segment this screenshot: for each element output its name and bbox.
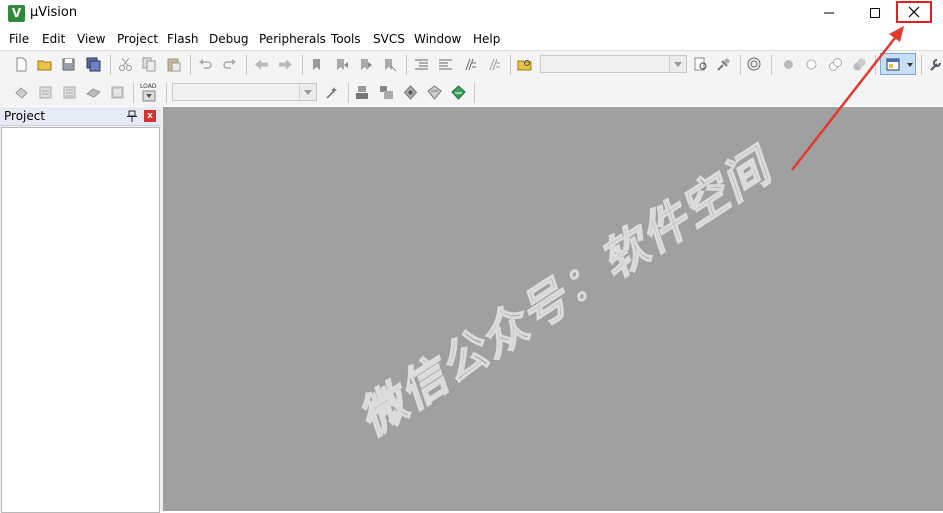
menu-window[interactable]: Window xyxy=(414,32,461,46)
new-file-icon[interactable] xyxy=(14,57,29,72)
target-options-icon[interactable] xyxy=(325,85,340,100)
editor-workspace[interactable]: 微信公众号：软件空间 xyxy=(163,107,943,511)
build-toolbar: LOAD xyxy=(0,79,943,106)
standard-toolbar xyxy=(0,51,943,80)
close-icon xyxy=(908,6,920,18)
toolbar-separator xyxy=(348,83,349,103)
menu-file[interactable]: File xyxy=(9,32,29,46)
project-panel-title: Project xyxy=(4,109,46,123)
project-panel-close-button[interactable]: x xyxy=(144,110,156,122)
menu-edit[interactable]: Edit xyxy=(42,32,65,46)
window-layout-icon xyxy=(886,58,900,71)
build-icon[interactable] xyxy=(38,85,53,100)
toolbar-separator xyxy=(190,55,191,75)
run-time-env-icon[interactable] xyxy=(451,85,466,100)
maximize-button[interactable] xyxy=(852,0,898,26)
save-all-icon[interactable] xyxy=(86,57,101,72)
find-combo[interactable] xyxy=(540,55,687,73)
menu-help[interactable]: Help xyxy=(473,32,500,46)
indent-icon[interactable] xyxy=(414,57,429,72)
bookmark-insert-icon[interactable] xyxy=(310,57,325,72)
menu-tools[interactable]: Tools xyxy=(331,32,361,46)
project-panel-header: Project x xyxy=(0,107,161,126)
toolbar-separator xyxy=(406,55,407,75)
menu-debug[interactable]: Debug xyxy=(209,32,248,46)
uncomment-icon[interactable] xyxy=(486,57,501,72)
nav-forward-icon[interactable] xyxy=(278,57,293,72)
target-combo[interactable] xyxy=(172,83,317,101)
find-in-files-icon[interactable] xyxy=(517,57,532,72)
incremental-find-icon[interactable] xyxy=(716,57,731,72)
toolbar-separator xyxy=(302,55,303,75)
menu-flash[interactable]: Flash xyxy=(167,32,198,46)
pin-icon[interactable] xyxy=(127,110,137,122)
pack-installer-icon[interactable] xyxy=(427,85,442,100)
download-icon xyxy=(142,90,156,102)
window-title: µVision xyxy=(30,5,78,20)
redo-icon[interactable] xyxy=(222,57,237,72)
breakpoint-disable-icon[interactable] xyxy=(828,57,843,72)
toolbar-separator xyxy=(875,55,876,75)
find-icon[interactable] xyxy=(693,57,708,72)
breakpoint-kill-icon[interactable] xyxy=(852,57,867,72)
comment-icon[interactable] xyxy=(462,57,477,72)
project-panel: Project x xyxy=(0,107,163,513)
maximize-icon xyxy=(870,8,880,18)
menu-bar: File Edit View Project Flash Debug Perip… xyxy=(0,28,943,51)
minimize-button[interactable] xyxy=(806,0,852,26)
menu-peripherals[interactable]: Peripherals xyxy=(259,32,326,46)
app-logo-icon: V xyxy=(8,5,25,22)
paste-icon[interactable] xyxy=(166,57,181,72)
chevron-down-icon[interactable] xyxy=(669,56,686,72)
toolbar-separator xyxy=(246,55,247,75)
toolbar-separator xyxy=(110,55,111,75)
menu-project[interactable]: Project xyxy=(117,32,158,46)
watermark-text: 微信公众号：软件空间 xyxy=(348,138,781,446)
bookmark-prev-icon[interactable] xyxy=(334,57,349,72)
save-icon[interactable] xyxy=(61,57,76,72)
cut-icon[interactable] xyxy=(118,57,133,72)
toolbar-separator xyxy=(740,55,741,75)
manage-project-icon[interactable] xyxy=(355,85,370,100)
breakpoint-insert-icon[interactable] xyxy=(781,57,796,72)
select-packs-icon[interactable] xyxy=(403,85,418,100)
toolbar-separator xyxy=(771,55,772,75)
window-layout-button[interactable] xyxy=(880,53,916,75)
manage-components-icon[interactable] xyxy=(379,85,394,100)
copy-icon[interactable] xyxy=(142,57,157,72)
close-button[interactable] xyxy=(896,1,932,23)
configure-icon[interactable] xyxy=(928,57,943,72)
bookmark-clear-icon[interactable] xyxy=(382,57,397,72)
undo-icon[interactable] xyxy=(198,57,213,72)
toolbar-separator xyxy=(921,55,922,75)
chevron-down-icon[interactable] xyxy=(299,84,316,100)
download-label: LOAD xyxy=(140,83,157,90)
open-folder-icon[interactable] xyxy=(37,57,52,72)
unindent-icon[interactable] xyxy=(438,57,453,72)
minimize-icon xyxy=(824,12,834,14)
debug-session-icon[interactable] xyxy=(747,57,762,72)
toolbar-separator xyxy=(510,55,511,75)
menu-svcs[interactable]: SVCS xyxy=(373,32,405,46)
toolbar-separator xyxy=(474,83,475,103)
project-tree[interactable] xyxy=(1,127,160,513)
bookmark-next-icon[interactable] xyxy=(358,57,373,72)
rebuild-icon[interactable] xyxy=(62,85,77,100)
breakpoint-enable-icon[interactable] xyxy=(804,57,819,72)
batch-build-icon[interactable] xyxy=(86,85,101,100)
nav-back-icon[interactable] xyxy=(254,57,269,72)
translate-icon[interactable] xyxy=(14,85,29,100)
toolbar-separator xyxy=(166,83,167,103)
chevron-down-icon xyxy=(907,63,913,67)
stop-build-icon[interactable] xyxy=(110,85,125,100)
menu-view[interactable]: View xyxy=(77,32,105,46)
download-button[interactable]: LOAD xyxy=(140,83,160,103)
toolbar-separator xyxy=(133,83,134,103)
title-bar: V µVision xyxy=(0,0,943,28)
